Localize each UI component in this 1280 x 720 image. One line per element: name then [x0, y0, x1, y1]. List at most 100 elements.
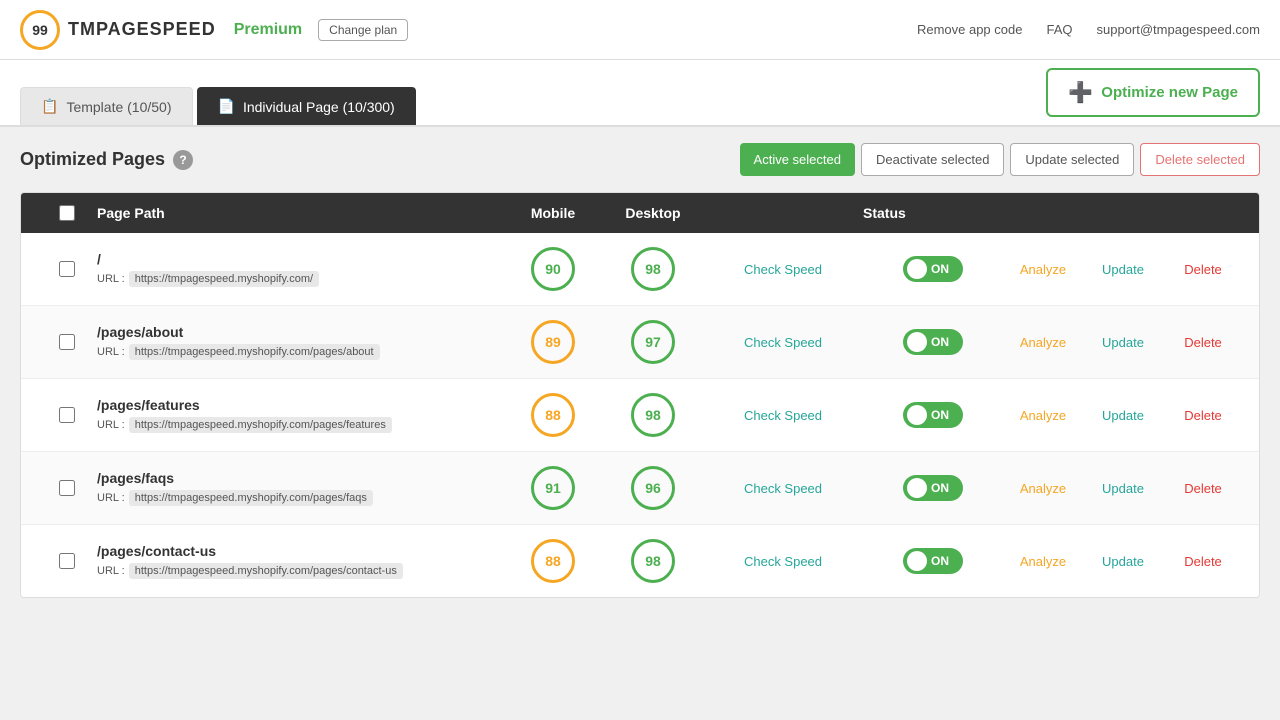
template-tab-label: Template (10/50) [66, 99, 171, 115]
check-speed-button[interactable]: Check Speed [744, 554, 822, 569]
row-mobile-score-col: 91 [503, 466, 603, 510]
delete-button[interactable]: Delete [1184, 481, 1222, 496]
row-delete-col: Delete [1163, 481, 1243, 496]
row-page-path-col: /pages/about URL : https://tmpagespeed.m… [97, 324, 503, 360]
row-mobile-score-col: 90 [503, 247, 603, 291]
deactivate-selected-button[interactable]: Deactivate selected [861, 143, 1004, 176]
delete-button[interactable]: Delete [1184, 554, 1222, 569]
row-desktop-score: 98 [631, 393, 675, 437]
update-selected-button[interactable]: Update selected [1010, 143, 1134, 176]
check-speed-button[interactable]: Check Speed [744, 335, 822, 350]
header-desktop: Desktop [603, 205, 703, 221]
toggle-text: ON [931, 554, 949, 568]
row-mobile-score: 90 [531, 247, 575, 291]
row-page-url: URL : https://tmpagespeed.myshopify.com/… [97, 490, 503, 506]
row-checkbox[interactable] [59, 334, 75, 350]
row-checkbox-col [37, 261, 97, 277]
faq-link[interactable]: FAQ [1046, 22, 1072, 37]
check-speed-button[interactable]: Check Speed [744, 481, 822, 496]
url-label: URL : [97, 273, 125, 285]
logo-circle: 99 [20, 10, 60, 50]
help-icon[interactable]: ? [173, 150, 193, 170]
row-checkbox[interactable] [59, 407, 75, 423]
delete-button[interactable]: Delete [1184, 335, 1222, 350]
toggle-text: ON [931, 408, 949, 422]
toggle-knob [907, 332, 927, 352]
toggle-knob [907, 478, 927, 498]
row-page-path: /pages/features [97, 397, 503, 413]
row-page-url: URL : https://tmpagespeed.myshopify.com/… [97, 417, 503, 433]
update-button[interactable]: Update [1102, 554, 1144, 569]
row-page-url: URL : https://tmpagespeed.myshopify.com/… [97, 344, 503, 360]
select-all-checkbox[interactable] [59, 205, 75, 221]
individual-page-tab-icon: 📄 [218, 98, 235, 115]
row-checkbox[interactable] [59, 553, 75, 569]
row-page-path: /pages/about [97, 324, 503, 340]
row-update-col: Update [1083, 554, 1163, 569]
delete-button[interactable]: Delete [1184, 262, 1222, 277]
row-analyze-col: Analyze [1003, 262, 1083, 277]
optimize-new-page-button[interactable]: ➕ Optimize new Page [1046, 68, 1260, 117]
row-checkbox-col [37, 553, 97, 569]
header: 99 TMPAGESPEED Premium Change plan Remov… [0, 0, 1280, 60]
status-toggle[interactable]: ON [903, 256, 963, 282]
row-delete-col: Delete [1163, 554, 1243, 569]
check-speed-button[interactable]: Check Speed [744, 262, 822, 277]
row-page-path-col: /pages/faqs URL : https://tmpagespeed.my… [97, 470, 503, 506]
update-button[interactable]: Update [1102, 335, 1144, 350]
row-mobile-score: 88 [531, 393, 575, 437]
logo-area: 99 TMPAGESPEED Premium Change plan [20, 10, 408, 50]
row-page-path: /pages/faqs [97, 470, 503, 486]
header-nav: Remove app code FAQ support@tmpagespeed.… [917, 22, 1260, 37]
update-button[interactable]: Update [1102, 481, 1144, 496]
row-checkbox-col [37, 407, 97, 423]
toggle-text: ON [931, 335, 949, 349]
active-selected-button[interactable]: Active selected [740, 143, 855, 176]
row-analyze-col: Analyze [1003, 481, 1083, 496]
main-content: Optimized Pages ? Active selected Deacti… [0, 127, 1280, 614]
row-update-col: Update [1083, 262, 1163, 277]
update-button[interactable]: Update [1102, 408, 1144, 423]
row-checkbox[interactable] [59, 261, 75, 277]
row-page-path-col: /pages/contact-us URL : https://tmpagesp… [97, 543, 503, 579]
row-delete-col: Delete [1163, 335, 1243, 350]
analyze-button[interactable]: Analyze [1020, 481, 1066, 496]
row-analyze-col: Analyze [1003, 335, 1083, 350]
status-toggle[interactable]: ON [903, 402, 963, 428]
header-mobile: Mobile [503, 205, 603, 221]
remove-app-code-link[interactable]: Remove app code [917, 22, 1023, 37]
status-toggle[interactable]: ON [903, 475, 963, 501]
status-toggle[interactable]: ON [903, 548, 963, 574]
pages-table: Page Path Mobile Desktop Status / URL : … [20, 192, 1260, 598]
template-tab[interactable]: 📋 Template (10/50) [20, 87, 193, 125]
row-desktop-score-col: 98 [603, 247, 703, 291]
check-speed-button[interactable]: Check Speed [744, 408, 822, 423]
row-mobile-score: 88 [531, 539, 575, 583]
change-plan-button[interactable]: Change plan [318, 19, 408, 41]
row-desktop-score-col: 98 [603, 393, 703, 437]
delete-button[interactable]: Delete [1184, 408, 1222, 423]
analyze-button[interactable]: Analyze [1020, 554, 1066, 569]
row-checkbox[interactable] [59, 480, 75, 496]
delete-selected-button[interactable]: Delete selected [1140, 143, 1260, 176]
optimize-new-page-icon: ➕ [1068, 80, 1093, 105]
analyze-button[interactable]: Analyze [1020, 408, 1066, 423]
analyze-button[interactable]: Analyze [1020, 335, 1066, 350]
update-button[interactable]: Update [1102, 262, 1144, 277]
logo-number: 99 [32, 22, 48, 38]
analyze-button[interactable]: Analyze [1020, 262, 1066, 277]
url-value: https://tmpagespeed.myshopify.com/pages/… [129, 417, 392, 433]
row-mobile-score-col: 88 [503, 539, 603, 583]
row-delete-col: Delete [1163, 408, 1243, 423]
row-check-speed-col: Check Speed [703, 408, 863, 423]
row-delete-col: Delete [1163, 262, 1243, 277]
row-page-path-col: / URL : https://tmpagespeed.myshopify.co… [97, 251, 503, 287]
individual-page-tab[interactable]: 📄 Individual Page (10/300) [197, 87, 416, 125]
row-check-speed-col: Check Speed [703, 554, 863, 569]
table-rows: / URL : https://tmpagespeed.myshopify.co… [21, 233, 1259, 597]
table-row: /pages/about URL : https://tmpagespeed.m… [21, 306, 1259, 379]
row-desktop-score: 98 [631, 247, 675, 291]
support-email-link[interactable]: support@tmpagespeed.com [1096, 22, 1260, 37]
table-row: /pages/features URL : https://tmpagespee… [21, 379, 1259, 452]
status-toggle[interactable]: ON [903, 329, 963, 355]
